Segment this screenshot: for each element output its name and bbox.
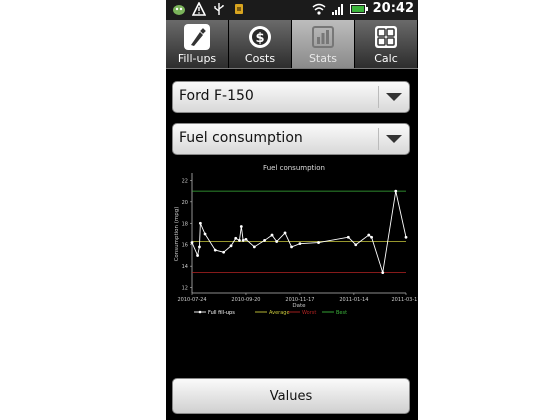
- chart-series: [190, 189, 408, 275]
- chart-x-tick-label: 2010-09-20: [231, 297, 260, 303]
- svg-text:$: $: [255, 31, 264, 46]
- chart-data-point: [198, 221, 202, 225]
- fuel-consumption-chart: Fuel consumption Consumption (mpg) Date …: [174, 164, 418, 316]
- chart-data-point: [263, 239, 266, 242]
- chart-data-point: [190, 241, 194, 244]
- chart-data-point: [244, 237, 248, 241]
- chart-y-tick-label: 16: [182, 243, 188, 249]
- chart-data-point: [317, 241, 320, 244]
- battery-icon: [349, 3, 368, 14]
- chart-x-tick-label: 2011-03-11: [391, 297, 418, 303]
- tab-stats[interactable]: Stats: [292, 20, 355, 68]
- chart-data-point: [290, 245, 293, 249]
- status-bar: 20:42: [166, 0, 418, 20]
- signal-icon: [331, 3, 343, 15]
- tab-costs-label: Costs: [244, 52, 276, 65]
- tab-fill-ups[interactable]: Fill-ups: [166, 20, 229, 68]
- chevron-down-icon: [386, 93, 402, 101]
- report-select-value: Fuel consumption: [179, 130, 303, 146]
- chart-data-point: [252, 245, 256, 249]
- vehicle-select-divider: [378, 86, 379, 108]
- chart-data-point: [404, 235, 408, 239]
- chart-data-point: [213, 248, 217, 252]
- legend-label: Full fill-ups: [208, 310, 235, 316]
- chart-data-point: [229, 244, 233, 248]
- chart-y-tick-label: 12: [182, 286, 188, 292]
- chart-y-tick-label: 22: [182, 178, 188, 184]
- tab-stats-label: Stats: [308, 52, 338, 65]
- chart-data-point: [283, 231, 287, 235]
- chart-data-point: [346, 235, 350, 239]
- legend-label: Worst: [302, 310, 316, 316]
- legend-label: Best: [336, 310, 347, 316]
- fuel-pump-icon: [184, 24, 210, 50]
- chart-y-tick-label: 18: [182, 221, 188, 227]
- chart-x-tick-label: 2011-01-14: [339, 297, 368, 303]
- chart-legend: Full fill-ups Average Worst Best: [194, 310, 347, 316]
- chart-data-point: [238, 239, 241, 242]
- chart-data-point: [394, 189, 398, 193]
- chart-reference-lines: [192, 190, 406, 274]
- chart-data-point: [241, 239, 245, 242]
- vehicle-select[interactable]: Ford F-150: [172, 81, 410, 113]
- status-time: 20:42: [372, 1, 414, 16]
- chart-data-point: [298, 242, 302, 246]
- app-notification-icon: [173, 5, 185, 15]
- chart-x-tick-label: 2010-11-17: [285, 297, 314, 303]
- chart-y-tick-label: 14: [182, 264, 188, 270]
- chart-data-point: [239, 225, 243, 228]
- chart-data-point: [270, 233, 274, 237]
- chart-axes: 12 14 16 18 20 22 2010-07-24 2010-09-20 2010-11-…: [177, 173, 418, 303]
- tab-bar: Fill-ups $ Costs Stats Calc: [166, 20, 418, 69]
- wifi-icon: [312, 3, 326, 15]
- calculator-icon: [373, 24, 399, 50]
- chart-y-axis-label: Consumption (mpg): [174, 207, 180, 262]
- chart-data-point: [198, 245, 201, 249]
- warning-icon: [192, 2, 206, 16]
- status-bar-system: 20:42: [312, 1, 414, 16]
- tab-calc[interactable]: Calc: [355, 20, 418, 68]
- tab-fill-ups-label: Fill-ups: [177, 52, 217, 65]
- status-bar-notifications: [172, 2, 246, 16]
- chart-data-point: [354, 243, 358, 247]
- chart-y-tick-label: 20: [182, 200, 188, 206]
- legend-label: Average: [269, 310, 290, 316]
- dollar-icon: $: [247, 24, 273, 50]
- chart-data-point: [234, 236, 238, 240]
- chart-data-point: [196, 254, 199, 257]
- phone-screen: 20:42 Fill-ups $ Costs Stats Calc Ford F…: [166, 0, 418, 420]
- chart-full-fill-ups-line: [191, 190, 407, 273]
- usb-icon: [214, 3, 224, 15]
- report-select-divider: [378, 128, 379, 150]
- chart-x-tick-label: 2010-07-24: [177, 297, 206, 303]
- stats-icon: [310, 24, 336, 50]
- values-button[interactable]: Values: [172, 378, 410, 414]
- chart-title: Fuel consumption: [263, 164, 325, 172]
- vehicle-select-value: Ford F-150: [179, 88, 254, 104]
- tab-costs[interactable]: $ Costs: [229, 20, 292, 68]
- chart-data-point: [203, 232, 207, 236]
- sim-icon: [235, 4, 243, 14]
- chevron-down-icon: [386, 135, 402, 143]
- chart-data-point: [381, 271, 385, 275]
- chart-data-point: [370, 235, 373, 239]
- chart-x-axis-label: Date: [292, 303, 306, 309]
- report-select[interactable]: Fuel consumption: [172, 123, 410, 155]
- tab-calc-label: Calc: [374, 52, 398, 65]
- chart-data-point: [367, 233, 371, 237]
- chart-data-point: [275, 240, 279, 243]
- legend-marker: [198, 310, 202, 314]
- chart-data-point: [222, 250, 226, 254]
